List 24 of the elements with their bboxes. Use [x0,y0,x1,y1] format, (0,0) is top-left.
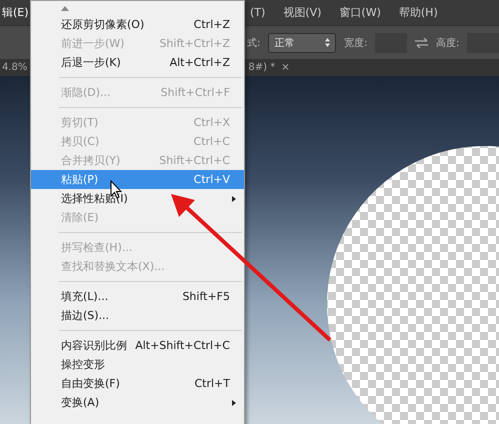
close-icon[interactable]: × [281,62,290,73]
menu-title[interactable]: (T) [248,6,268,19]
menu-item[interactable]: 后退一步(K) Alt+Ctrl+Z [31,53,244,72]
menu-item[interactable]: 自由变换(F) Ctrl+T [31,374,244,393]
style-dropdown[interactable]: 正常 [268,32,336,52]
menu-title[interactable]: 视图(V) [281,5,324,20]
submenu-arrow-icon [232,400,236,406]
menu-item[interactable]: 填充(L)... Shift+F5 [31,287,244,306]
zoom-level: 4.8% [2,62,28,73]
up-down-arrows-icon [325,38,330,47]
menu-item[interactable]: 变换(A) [31,393,244,412]
height-label: 高度: [436,36,460,50]
menu-item[interactable]: 描边(S)... [31,306,244,325]
menu-title[interactable]: 窗口(W) [337,5,383,20]
style-label: 式: [247,36,260,50]
menu-title[interactable]: 帮助(H) [396,5,440,20]
menu-item[interactable]: 内容识别比例 Alt+Shift+Ctrl+C [31,336,244,355]
menu-item[interactable]: 还原剪切像素(O) Ctrl+Z [31,15,244,34]
submenu-arrow-icon [232,196,236,202]
menu-item[interactable]: 操控变形 [31,355,244,374]
swap-icon[interactable] [415,38,428,48]
document-tab[interactable]: 8#) * [248,62,276,73]
width-label: 宽度: [344,36,368,50]
scroll-up-icon[interactable] [61,6,69,10]
